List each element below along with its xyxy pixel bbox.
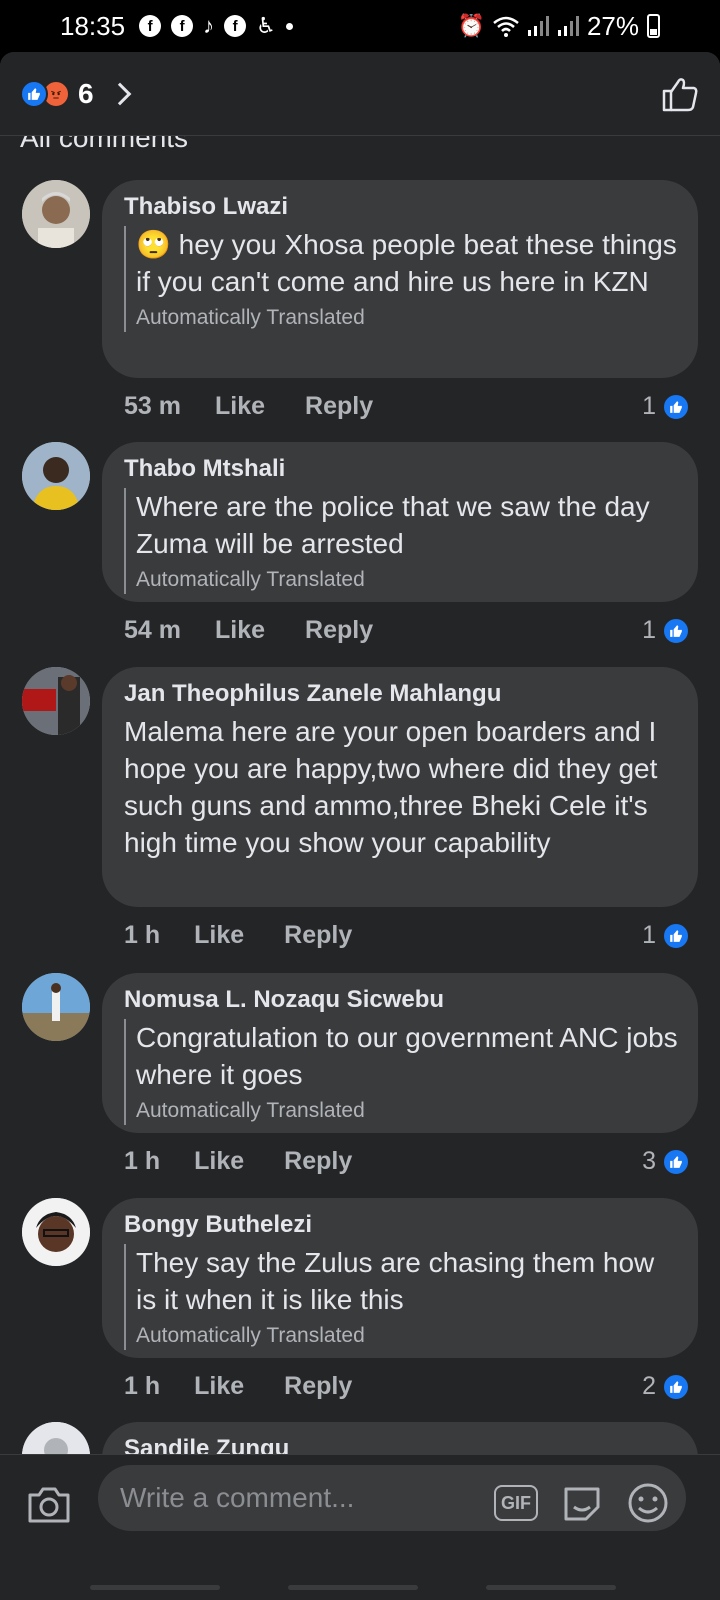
- comment-author[interactable]: Bongy Buthelezi: [124, 1210, 678, 1240]
- more-notifications-dot: [285, 22, 293, 30]
- comment-text: 🙄 hey you Xhosa people beat these things…: [136, 226, 678, 300]
- comment-author[interactable]: Nomusa L. Nozaqu Sicwebu: [124, 985, 678, 1015]
- comment-bubble[interactable]: Thabiso Lwazi 🙄 hey you Xhosa people bea…: [102, 180, 698, 378]
- comment-time: 1 h: [124, 1372, 161, 1400]
- comment-time: 1 h: [124, 921, 161, 949]
- avatar[interactable]: [22, 667, 90, 735]
- comment-text: Where are the police that we saw the day…: [136, 491, 650, 559]
- comment-bubble[interactable]: Thabo Mtshali Where are the police that …: [102, 442, 698, 602]
- reply-button[interactable]: Reply: [284, 1372, 352, 1401]
- reaction-summary[interactable]: 6: [20, 77, 131, 110]
- comment-composer: Write a comment... GIF: [0, 1454, 720, 1600]
- like-button[interactable]: Like: [215, 392, 265, 421]
- reactions-header: 6: [0, 52, 720, 136]
- comment-time: 1 h: [124, 1147, 161, 1175]
- camera-icon[interactable]: [26, 1481, 72, 1527]
- comment-time: 54 m: [124, 616, 181, 644]
- auto-translated-label[interactable]: Automatically Translated: [136, 1322, 678, 1350]
- comment-author[interactable]: Thabiso Lwazi: [124, 192, 678, 222]
- reaction-count: 1: [642, 392, 656, 420]
- comment-actions: 1 h Like Reply 3: [124, 1147, 690, 1176]
- emoji-icon[interactable]: [626, 1481, 670, 1525]
- avatar[interactable]: [22, 180, 90, 248]
- reaction-count: 1: [642, 921, 656, 949]
- signal-icon: [527, 16, 549, 36]
- auto-translated-label[interactable]: Automatically Translated: [136, 566, 678, 594]
- comment-body: hey you Xhosa people beat these things i…: [136, 229, 677, 297]
- facebook-icon: f: [224, 15, 247, 37]
- comment-text: Malema here are your open boarders and I…: [124, 716, 658, 858]
- eyeroll-emoji: 🙄: [136, 229, 171, 260]
- signal-icon: [557, 16, 579, 36]
- nav-indicator: [288, 1585, 418, 1590]
- alarm-icon: ⏰: [457, 13, 485, 38]
- comment-actions: 1 h Like Reply 2: [124, 1372, 690, 1401]
- like-reaction-icon: [662, 1372, 690, 1401]
- like-button[interactable]: Like: [194, 1147, 244, 1176]
- comment-bubble[interactable]: Bongy Buthelezi They say the Zulus are c…: [102, 1198, 698, 1358]
- facebook-icon: f: [139, 15, 162, 37]
- gif-button[interactable]: GIF: [494, 1485, 538, 1521]
- like-reaction-icon: [20, 79, 48, 108]
- wifi-icon: [493, 16, 519, 37]
- translated-text-block: Congratulation to our government ANC job…: [124, 1019, 678, 1125]
- comment-actions: 1 h Like Reply 1: [124, 921, 690, 950]
- like-button[interactable]: Like: [215, 616, 265, 645]
- like-button[interactable]: Like: [194, 921, 244, 950]
- like-reaction-icon: [662, 921, 690, 950]
- nav-indicator: [90, 1585, 220, 1590]
- comment-reactions[interactable]: 3: [642, 1147, 690, 1176]
- reply-button[interactable]: Reply: [284, 1147, 352, 1176]
- comment-author[interactable]: Thabo Mtshali: [124, 454, 678, 484]
- avatar[interactable]: [22, 442, 90, 510]
- like-icon[interactable]: [660, 74, 700, 114]
- chevron-right-icon: [108, 82, 131, 105]
- comment-bubble[interactable]: Nomusa L. Nozaqu Sicwebu Congratulation …: [102, 973, 698, 1133]
- accessibility-icon: ♿: [256, 13, 276, 38]
- sticker-icon[interactable]: [560, 1481, 604, 1525]
- avatar[interactable]: [22, 1198, 90, 1266]
- reaction-count: 3: [642, 1147, 656, 1175]
- auto-translated-label[interactable]: Automatically Translated: [136, 304, 678, 332]
- like-reaction-icon: [662, 616, 690, 645]
- battery-icon: [647, 14, 660, 38]
- reply-button[interactable]: Reply: [284, 921, 352, 950]
- status-time: 18:35: [60, 10, 126, 41]
- comments-sheet: 6 All comments Thabiso Lwazi 🙄 hey you X…: [0, 52, 720, 1600]
- nav-indicator: [486, 1585, 616, 1590]
- translated-text-block: Where are the police that we saw the day…: [124, 488, 678, 594]
- comment-input[interactable]: Write a comment... GIF: [98, 1465, 686, 1531]
- tiktok-icon: ♪: [203, 13, 215, 38]
- comment-bubble[interactable]: Jan Theophilus Zanele Mahlangu Malema he…: [102, 667, 698, 907]
- translated-text-block: 🙄 hey you Xhosa people beat these things…: [124, 226, 678, 332]
- reaction-count: 6: [78, 77, 94, 109]
- comment-text: They say the Zulus are chasing them how …: [136, 1247, 655, 1315]
- facebook-icon: f: [171, 15, 194, 37]
- comment-actions: 54 m Like Reply 1: [124, 616, 690, 645]
- comment-reactions[interactable]: 1: [642, 392, 690, 421]
- avatar[interactable]: [22, 973, 90, 1041]
- battery-percent: 27%: [586, 10, 639, 41]
- translated-text-block: They say the Zulus are chasing them how …: [124, 1244, 678, 1350]
- comment-reactions[interactable]: 2: [642, 1372, 690, 1401]
- comment-time: 53 m: [124, 392, 181, 420]
- comment-author[interactable]: Jan Theophilus Zanele Mahlangu: [124, 679, 678, 709]
- comment-reactions[interactable]: 1: [642, 921, 690, 950]
- auto-translated-label[interactable]: Automatically Translated: [136, 1097, 678, 1125]
- reaction-count: 2: [642, 1372, 656, 1400]
- status-bar: 18:35 f f ♪ f ♿ ⏰ 27%: [0, 0, 720, 52]
- reaction-count: 1: [642, 616, 656, 644]
- comment-input-placeholder: Write a comment...: [120, 1482, 355, 1513]
- like-button[interactable]: Like: [194, 1372, 244, 1401]
- comment-actions: 53 m Like Reply 1: [124, 392, 690, 421]
- comment-reactions[interactable]: 1: [642, 616, 690, 645]
- reply-button[interactable]: Reply: [305, 392, 373, 421]
- like-reaction-icon: [662, 1147, 690, 1176]
- comment-text: Congratulation to our government ANC job…: [136, 1022, 678, 1090]
- like-reaction-icon: [662, 392, 690, 421]
- reply-button[interactable]: Reply: [305, 616, 373, 645]
